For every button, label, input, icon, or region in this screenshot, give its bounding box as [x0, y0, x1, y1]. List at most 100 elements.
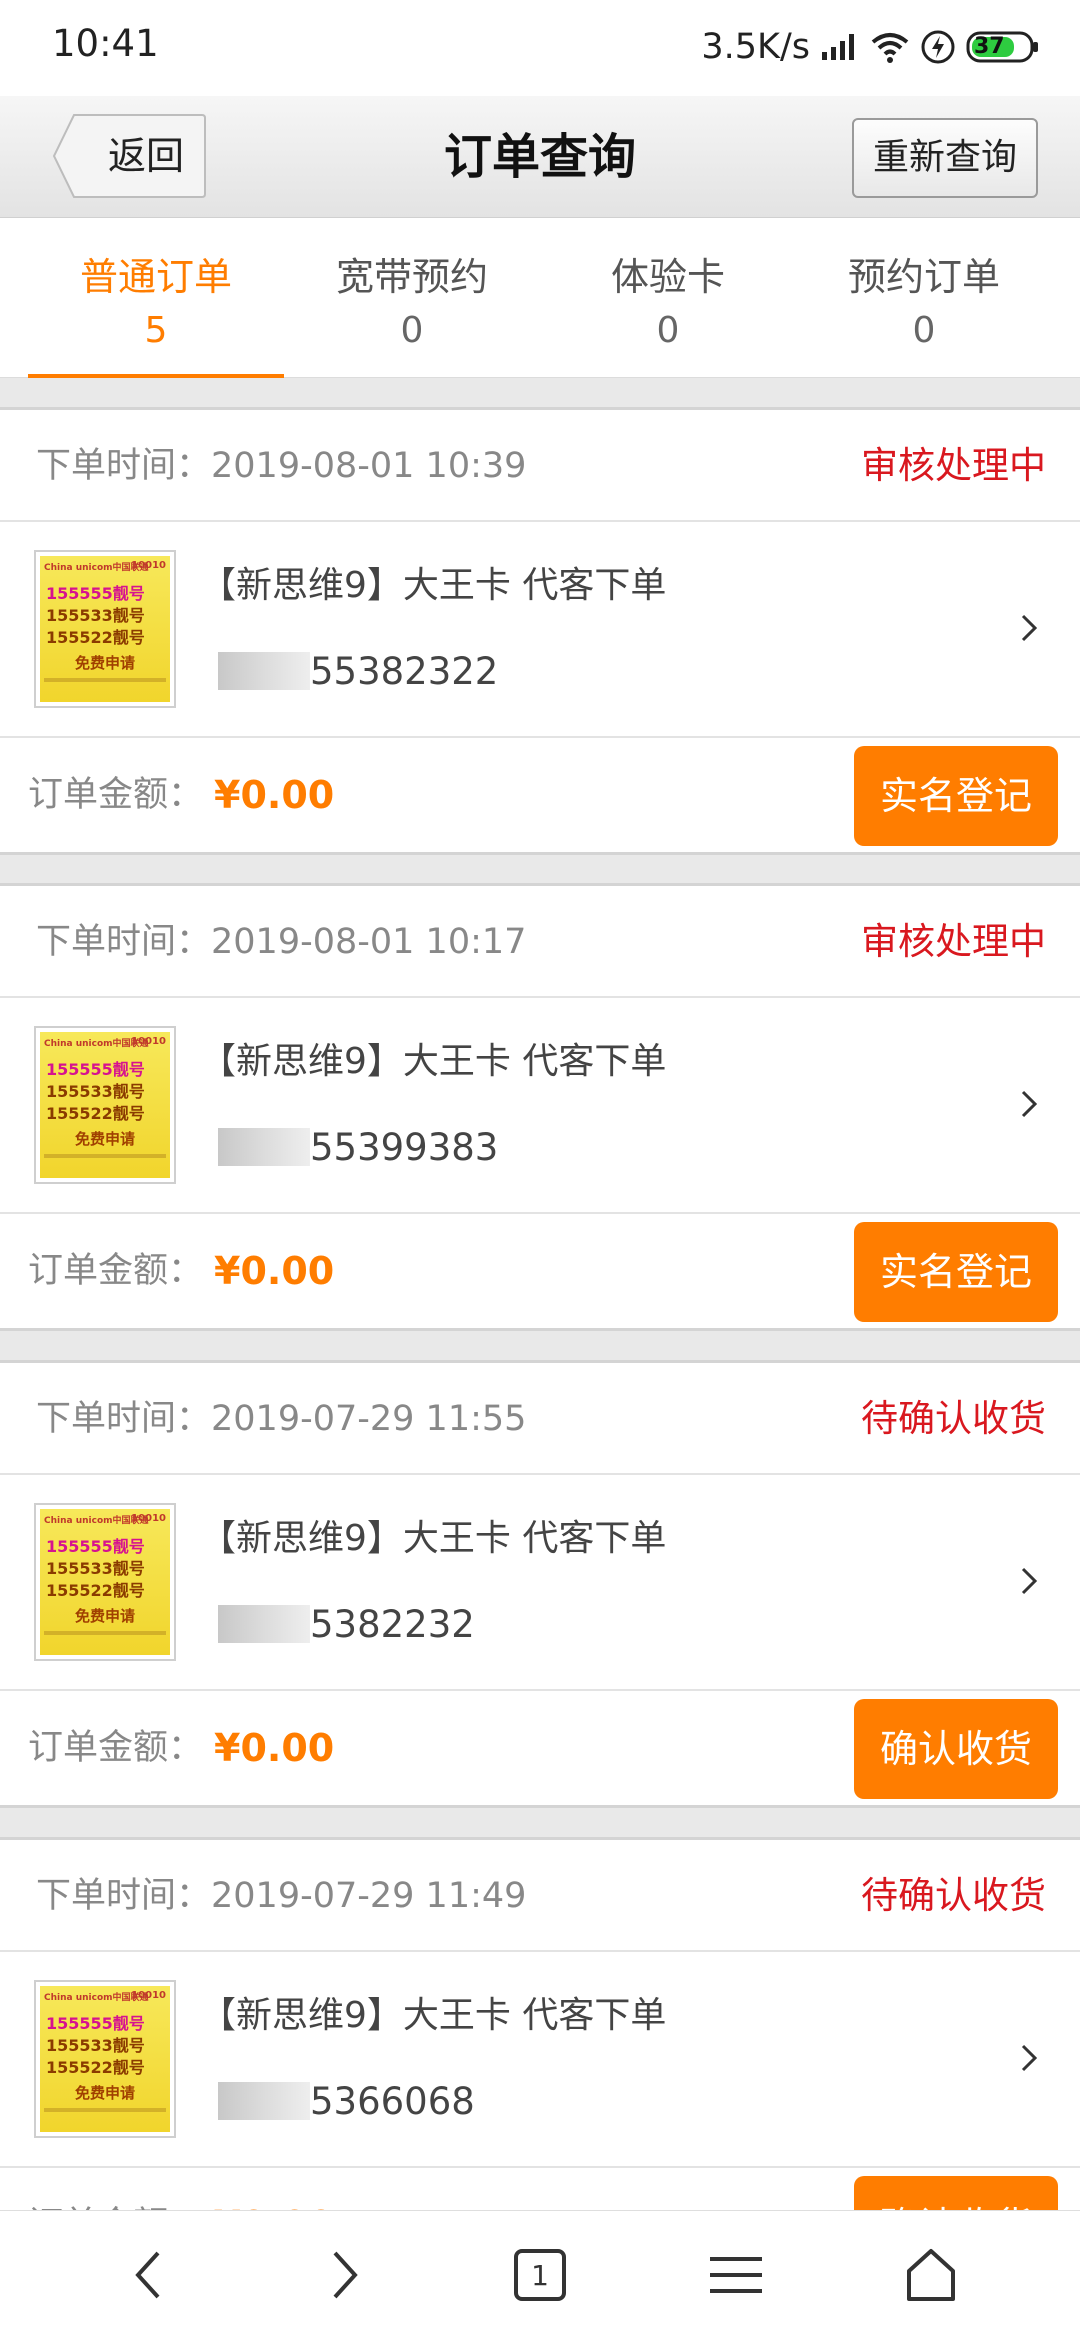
redacted-digits — [218, 652, 310, 690]
thumbnail-free: 免费申请 — [74, 1130, 135, 1148]
thumbnail-line: 155522靓号 — [46, 2058, 145, 2077]
order-card: 下单时间：2019-07-29 11:55 待确认收货 China unicom… — [0, 1360, 1080, 1808]
thumbnail-line: 155533靓号 — [46, 1559, 145, 1578]
tab-label: 宽带预约 — [335, 255, 488, 299]
thumbnail-line: 155555靓号 — [46, 584, 145, 603]
tabs-icon[interactable]: 1 — [504, 2239, 576, 2311]
thumbnail-line: 155533靓号 — [46, 606, 145, 625]
amount-value: ¥0.00 — [214, 1726, 335, 1770]
thumbnail-line: 155522靓号 — [46, 1581, 145, 1600]
order-status: 审核处理中 — [861, 444, 1046, 487]
thumbnail-free: 免费申请 — [74, 654, 135, 672]
order-time-value: 2019-07-29 11:49 — [211, 1876, 527, 1916]
order-time: 下单时间：2019-07-29 11:55 — [36, 1363, 526, 1475]
requery-button[interactable]: 重新查询 — [852, 118, 1038, 198]
amount-label: 订单金额： — [28, 775, 204, 815]
thumbnail-free: 免费申请 — [74, 1607, 135, 1625]
thumbnail-line: 155522靓号 — [46, 1104, 145, 1123]
status-indicators: 3.5K/s 37 — [701, 22, 1040, 72]
order-time: 下单时间：2019-08-01 10:39 — [36, 410, 526, 522]
tab-reserved-orders[interactable]: 预约订单 0 — [796, 218, 1052, 378]
order-product-row[interactable]: China unicom中国联通 10010 155555靓号 155533靓号… — [0, 998, 1080, 1214]
order-header: 下单时间：2019-08-01 10:39 审核处理中 — [0, 410, 1080, 522]
network-speed: 3.5K/s — [701, 27, 810, 67]
redacted-digits — [218, 1605, 310, 1643]
product-thumbnail: China unicom中国联通 10010 155555靓号 155533靓号… — [34, 1980, 176, 2138]
order-status: 待确认收货 — [861, 1874, 1046, 1917]
wifi-icon — [870, 30, 910, 64]
real-name-register-button[interactable]: 实名登记 — [854, 1222, 1058, 1322]
order-status: 审核处理中 — [861, 920, 1046, 963]
amount-value: ¥0.00 — [214, 1249, 335, 1293]
home-icon[interactable] — [895, 2239, 967, 2311]
product-name: 【新思维9】大王卡 代客下单 — [200, 1518, 667, 1559]
order-time-label: 下单时间： — [36, 1399, 212, 1439]
charging-icon — [920, 29, 956, 65]
phone-number: 5382232 — [218, 1599, 475, 1646]
tab-count: 0 — [656, 310, 680, 351]
phone-number-suffix: 5382232 — [310, 1603, 475, 1646]
real-name-register-button[interactable]: 实名登记 — [854, 746, 1058, 846]
phone-number-suffix: 55382322 — [310, 650, 499, 693]
confirm-receipt-button[interactable]: 确认收货 — [854, 1699, 1058, 1799]
back-button[interactable]: 返回 — [52, 113, 207, 199]
product-thumbnail: China unicom中国联通 10010 155555靓号 155533靓号… — [34, 1503, 176, 1661]
order-footer: 订单金额： ¥0.00 确认收货 — [0, 1691, 1080, 1805]
order-time-label: 下单时间： — [36, 446, 212, 486]
amount-label: 订单金额： — [28, 1728, 204, 1768]
order-card: 下单时间：2019-08-01 10:39 审核处理中 China unicom… — [0, 407, 1080, 855]
order-header: 下单时间：2019-07-29 11:49 待确认收货 — [0, 1840, 1080, 1952]
phone-number: 55399383 — [218, 1122, 498, 1169]
product-thumbnail: China unicom中国联通 10010 155555靓号 155533靓号… — [34, 550, 176, 708]
redacted-digits — [218, 1128, 310, 1166]
order-time-label: 下单时间： — [36, 1876, 212, 1916]
order-time: 下单时间：2019-08-01 10:17 — [36, 886, 526, 998]
tab-count: 5 — [144, 310, 168, 351]
forward-icon[interactable] — [309, 2239, 381, 2311]
browser-bottom-bar: 1 — [0, 2210, 1080, 2340]
product-thumbnail: China unicom中国联通 10010 155555靓号 155533靓号… — [34, 1026, 176, 1184]
amount-value: ¥0.00 — [214, 773, 335, 817]
order-footer: 订单金额： ¥0.00 实名登记 — [0, 1214, 1080, 1328]
product-name: 【新思维9】大王卡 代客下单 — [200, 565, 667, 606]
order-time-value: 2019-07-29 11:55 — [211, 1399, 527, 1439]
product-name: 【新思维9】大王卡 代客下单 — [200, 1995, 667, 2036]
tab-broadband-booking[interactable]: 宽带预约 0 — [284, 218, 540, 378]
order-status: 待确认收货 — [861, 1397, 1046, 1440]
tab-count: 0 — [400, 310, 424, 351]
back-icon[interactable] — [112, 2239, 184, 2311]
order-footer: 订单金额： ¥0.00 实名登记 — [0, 738, 1080, 852]
chevron-right-icon — [1018, 1084, 1042, 1128]
order-product-row[interactable]: China unicom中国联通 10010 155555靓号 155533靓号… — [0, 1952, 1080, 2168]
order-type-tabs: 普通订单 5 宽带预约 0 体验卡 0 预约订单 0 — [0, 218, 1080, 378]
active-tab-indicator — [28, 374, 284, 378]
product-name: 【新思维9】大王卡 代客下单 — [200, 1041, 667, 1082]
menu-icon[interactable] — [700, 2239, 772, 2311]
tab-trial-card[interactable]: 体验卡 0 — [540, 218, 796, 378]
order-product-row[interactable]: China unicom中国联通 10010 155555靓号 155533靓号… — [0, 522, 1080, 738]
order-time-value: 2019-08-01 10:17 — [211, 922, 527, 962]
thumbnail-line: 155522靓号 — [46, 628, 145, 647]
back-button-label: 返回 — [107, 134, 184, 178]
thumbnail-line: 155533靓号 — [46, 2036, 145, 2055]
signal-icon — [820, 32, 860, 62]
tab-count: 0 — [912, 310, 936, 351]
order-time-label: 下单时间： — [36, 922, 212, 962]
thumbnail-line: 155555靓号 — [46, 2014, 145, 2033]
redacted-digits — [218, 2082, 310, 2120]
tab-label: 体验卡 — [610, 255, 725, 299]
order-card: 下单时间：2019-08-01 10:17 审核处理中 China unicom… — [0, 883, 1080, 1331]
tab-count: 1 — [531, 2258, 549, 2292]
thumbnail-line: 155555靓号 — [46, 1537, 145, 1556]
status-time: 10:41 — [52, 22, 159, 65]
tab-normal-orders[interactable]: 普通订单 5 — [28, 218, 284, 378]
phone-number: 5366068 — [218, 2076, 475, 2123]
phone-number-suffix: 55399383 — [310, 1126, 499, 1169]
status-bar: 10:41 3.5K/s 37 — [0, 0, 1080, 96]
order-product-row[interactable]: China unicom中国联通 10010 155555靓号 155533靓号… — [0, 1475, 1080, 1691]
chevron-right-icon — [1018, 2038, 1042, 2082]
thumbnail-line: 155555靓号 — [46, 1060, 145, 1079]
chevron-right-icon — [1018, 1561, 1042, 1605]
tab-label: 普通订单 — [79, 255, 232, 299]
battery-level: 37 — [974, 34, 1005, 59]
